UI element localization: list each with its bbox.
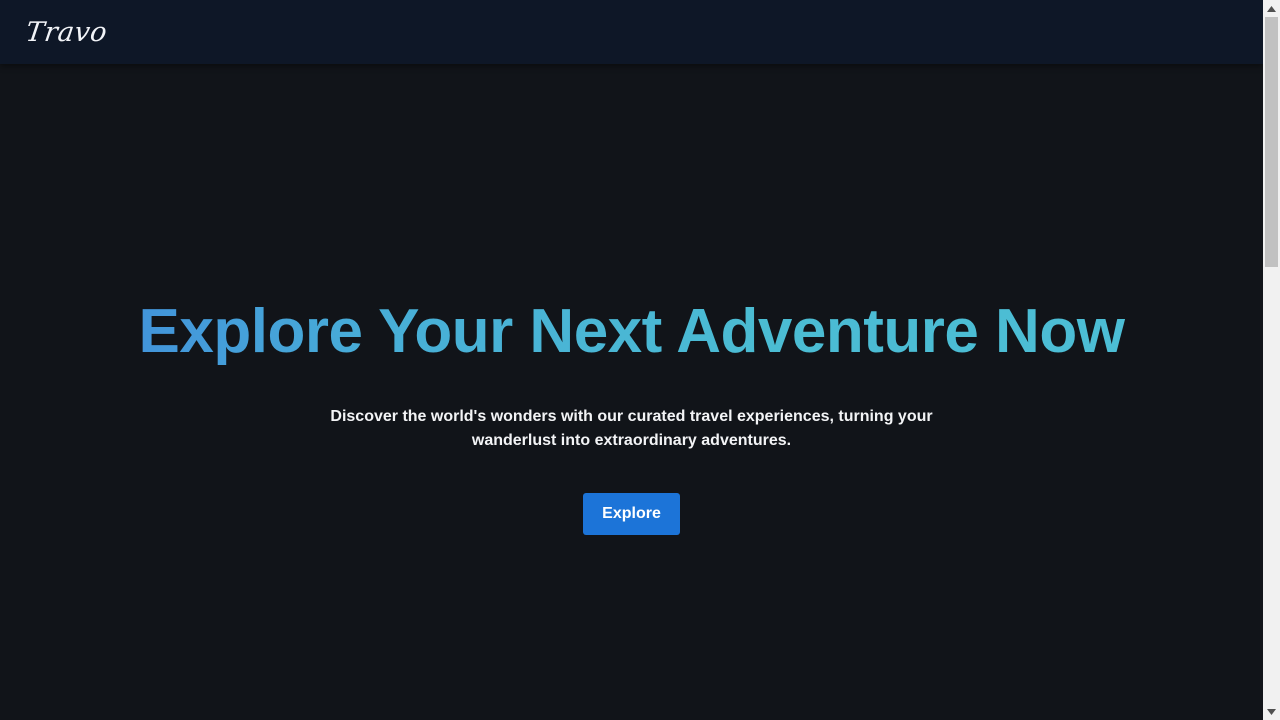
hero-subtitle: Discover the world's wonders with our cu…: [330, 408, 933, 449]
hero-title: Explore Your Next Adventure Now: [0, 296, 1263, 368]
vertical-scrollbar[interactable]: [1263, 0, 1280, 720]
scrollbar-thumb[interactable]: [1265, 17, 1278, 267]
brand-logo[interactable]: Travo: [24, 17, 109, 48]
explore-button[interactable]: Explore: [583, 493, 680, 535]
page: Travo Explore Your Next Adventure Now Di…: [0, 0, 1263, 720]
scroll-up-arrow-icon[interactable]: [1263, 0, 1280, 17]
scroll-down-arrow-icon[interactable]: [1263, 703, 1280, 720]
navbar: Travo: [0, 0, 1263, 64]
hero-section: Explore Your Next Adventure Now Discover…: [0, 64, 1263, 720]
